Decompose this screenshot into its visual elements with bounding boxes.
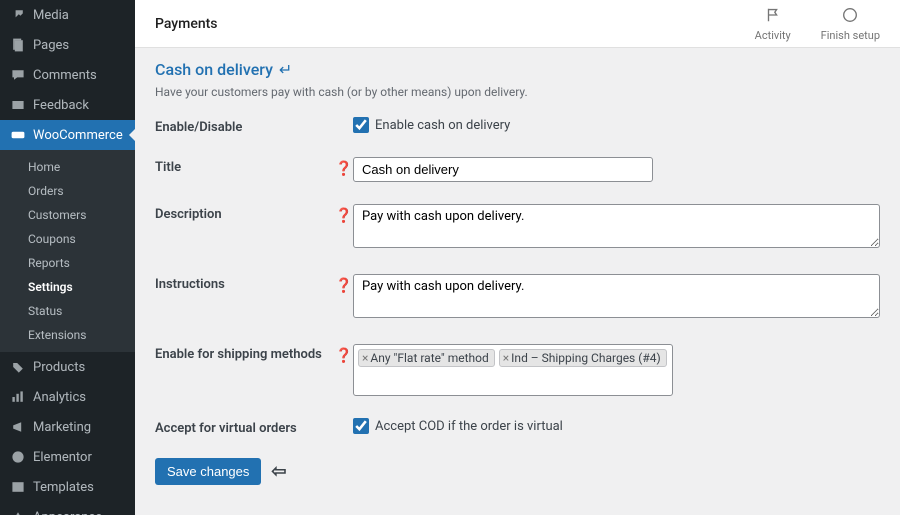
help-icon[interactable]: ❓ bbox=[335, 348, 352, 364]
submenu-orders[interactable]: Orders bbox=[0, 179, 135, 203]
annotation-arrow-icon: ⇦ bbox=[271, 461, 286, 482]
row-title: Title ❓ bbox=[155, 157, 880, 182]
row-description: Description ❓ bbox=[155, 204, 880, 252]
topbar-actions: Activity Finish setup bbox=[755, 6, 880, 42]
save-changes-button[interactable]: Save changes bbox=[155, 458, 261, 485]
sidebar-item-label: Media bbox=[33, 8, 69, 23]
row-virtual: Accept for virtual orders Accept COD if … bbox=[155, 418, 880, 436]
sidebar-item-templates[interactable]: Templates bbox=[0, 472, 135, 502]
remove-chip-icon[interactable]: × bbox=[362, 351, 368, 365]
help-icon[interactable]: ❓ bbox=[335, 278, 352, 294]
activity-button[interactable]: Activity bbox=[755, 6, 791, 42]
templates-icon bbox=[8, 479, 28, 495]
sidebar-item-label: Comments bbox=[33, 68, 97, 83]
label-shipping-methods: Enable for shipping methods bbox=[155, 344, 335, 362]
settings-form: Cash on delivery ↵ Have your customers p… bbox=[135, 48, 900, 497]
sidebar-item-elementor[interactable]: Elementor bbox=[0, 442, 135, 472]
enable-checkbox-wrapper[interactable]: Enable cash on delivery bbox=[353, 117, 880, 133]
sidebar-item-label: Appearance bbox=[33, 510, 102, 515]
back-link-icon: ↵ bbox=[279, 60, 292, 79]
topbar-action-label: Finish setup bbox=[821, 29, 880, 42]
virtual-checkbox-wrapper[interactable]: Accept COD if the order is virtual bbox=[353, 418, 880, 434]
submenu-reports[interactable]: Reports bbox=[0, 251, 135, 275]
label-title: Title bbox=[155, 157, 335, 175]
save-row: Save changes ⇦ bbox=[155, 458, 880, 485]
label-description: Description bbox=[155, 204, 335, 222]
comment-icon bbox=[8, 67, 28, 83]
sidebar-item-appearance[interactable]: Appearance bbox=[0, 502, 135, 515]
sidebar-item-label: Products bbox=[33, 360, 85, 375]
shipping-chip: × Any "Flat rate" method bbox=[358, 349, 495, 367]
label-enable: Enable/Disable bbox=[155, 117, 335, 135]
help-placeholder bbox=[335, 117, 353, 121]
shipping-methods-select[interactable]: × Any "Flat rate" method × Ind – Shippin… bbox=[353, 344, 673, 396]
enable-checkbox[interactable] bbox=[353, 117, 369, 133]
help-placeholder bbox=[335, 418, 353, 422]
submenu-settings[interactable]: Settings bbox=[0, 275, 135, 299]
woocommerce-icon bbox=[8, 127, 28, 143]
flag-icon bbox=[764, 6, 782, 27]
sidebar-item-label: Pages bbox=[33, 38, 69, 53]
submenu-extensions[interactable]: Extensions bbox=[0, 323, 135, 347]
sidebar-item-pages[interactable]: Pages bbox=[0, 30, 135, 60]
virtual-checkbox-label: Accept COD if the order is virtual bbox=[375, 419, 563, 434]
products-icon bbox=[8, 359, 28, 375]
media-icon bbox=[8, 7, 28, 23]
sidebar-item-label: Feedback bbox=[33, 98, 89, 113]
admin-sidebar: Media Pages Comments Feedback WooCommerc… bbox=[0, 0, 135, 515]
analytics-icon bbox=[8, 389, 28, 405]
enable-checkbox-label: Enable cash on delivery bbox=[375, 118, 510, 133]
row-instructions: Instructions ❓ bbox=[155, 274, 880, 322]
sidebar-item-label: Analytics bbox=[33, 390, 86, 405]
chip-label: Ind – Shipping Charges (#4) bbox=[511, 351, 660, 365]
sidebar-item-comments[interactable]: Comments bbox=[0, 60, 135, 90]
topbar: Payments Activity Finish setup bbox=[135, 0, 900, 48]
elementor-icon bbox=[8, 449, 28, 465]
instructions-textarea[interactable] bbox=[353, 274, 880, 318]
remove-chip-icon[interactable]: × bbox=[503, 351, 509, 365]
label-instructions: Instructions bbox=[155, 274, 335, 292]
chip-label: Any "Flat rate" method bbox=[370, 351, 488, 365]
sidebar-item-label: Marketing bbox=[33, 420, 91, 435]
submenu-home[interactable]: Home bbox=[0, 155, 135, 179]
sidebar-item-label: Elementor bbox=[33, 450, 92, 465]
circle-icon bbox=[841, 6, 859, 27]
label-virtual: Accept for virtual orders bbox=[155, 418, 335, 436]
row-shipping-methods: Enable for shipping methods ❓ × Any "Fla… bbox=[155, 344, 880, 396]
virtual-checkbox[interactable] bbox=[353, 418, 369, 434]
section-description: Have your customers pay with cash (or by… bbox=[155, 85, 880, 99]
sidebar-item-feedback[interactable]: Feedback bbox=[0, 90, 135, 120]
help-icon[interactable]: ❓ bbox=[335, 161, 352, 177]
marketing-icon bbox=[8, 419, 28, 435]
sidebar-item-label: Templates bbox=[33, 480, 94, 495]
sidebar-item-marketing[interactable]: Marketing bbox=[0, 412, 135, 442]
submenu-coupons[interactable]: Coupons bbox=[0, 227, 135, 251]
description-textarea[interactable] bbox=[353, 204, 880, 248]
feedback-icon bbox=[8, 97, 28, 113]
sidebar-item-products[interactable]: Products bbox=[0, 352, 135, 382]
sidebar-item-media[interactable]: Media bbox=[0, 0, 135, 30]
topbar-title: Payments bbox=[155, 16, 218, 32]
row-enable: Enable/Disable Enable cash on delivery bbox=[155, 117, 880, 135]
section-heading[interactable]: Cash on delivery ↵ bbox=[155, 60, 292, 79]
shipping-chip: × Ind – Shipping Charges (#4) bbox=[499, 349, 667, 367]
sidebar-item-label: WooCommerce bbox=[33, 128, 123, 143]
submenu-customers[interactable]: Customers bbox=[0, 203, 135, 227]
sidebar-item-analytics[interactable]: Analytics bbox=[0, 382, 135, 412]
page-icon bbox=[8, 37, 28, 53]
topbar-action-label: Activity bbox=[755, 29, 791, 42]
woocommerce-submenu: Home Orders Customers Coupons Reports Se… bbox=[0, 150, 135, 352]
help-icon[interactable]: ❓ bbox=[335, 208, 352, 224]
title-input[interactable] bbox=[353, 157, 653, 182]
submenu-status[interactable]: Status bbox=[0, 299, 135, 323]
content-area: Payments Activity Finish setup Cash on d… bbox=[135, 0, 900, 515]
sidebar-item-woocommerce[interactable]: WooCommerce bbox=[0, 120, 135, 150]
finish-setup-button[interactable]: Finish setup bbox=[821, 6, 880, 42]
appearance-icon bbox=[8, 509, 28, 515]
